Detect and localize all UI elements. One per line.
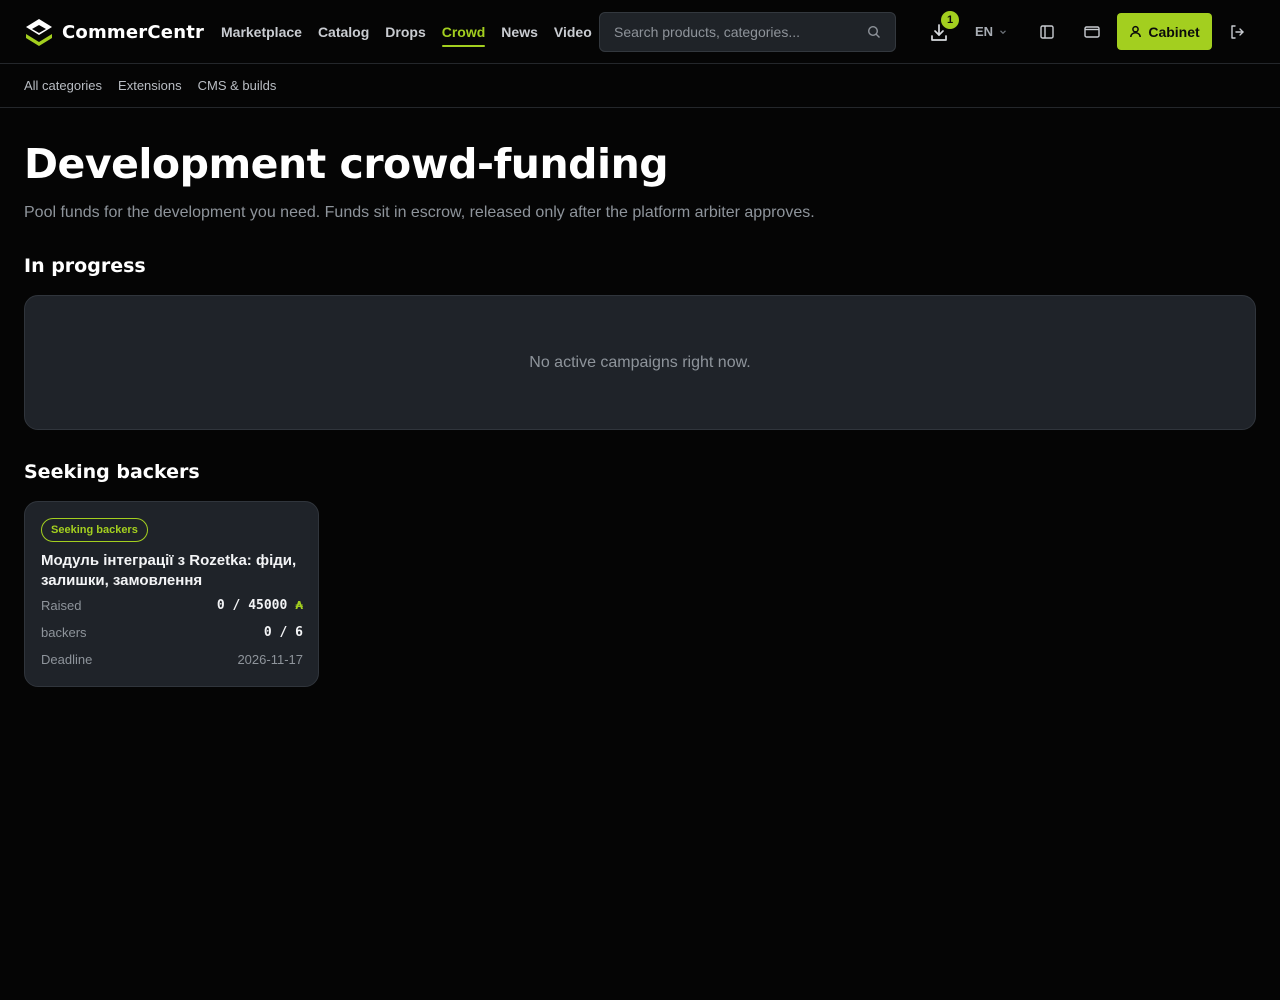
status-badge: Seeking backers xyxy=(41,518,148,542)
nav-video[interactable]: Video xyxy=(554,0,592,64)
sidebar-panel-icon xyxy=(1040,25,1054,39)
page-subtitle: Pool funds for the development you need.… xyxy=(24,204,815,221)
category-subnav: All categories Extensions CMS & builds xyxy=(0,64,1280,108)
search-box xyxy=(599,12,896,52)
empty-state-text: No active campaigns right now. xyxy=(529,353,751,371)
cabinet-label: Cabinet xyxy=(1148,23,1200,40)
nav-news[interactable]: News xyxy=(501,0,538,64)
in-progress-empty-state: No active campaigns right now. xyxy=(24,295,1256,430)
window-icon xyxy=(1084,26,1100,38)
top-bar: CommerCentr Marketplace Catalog Drops Cr… xyxy=(0,0,1280,64)
in-progress-heading: In progress xyxy=(24,255,146,277)
raised-value: 0 / 45000 xyxy=(216,598,288,613)
sidebar-panel-button[interactable] xyxy=(1037,22,1057,42)
deadline-label: Deadline xyxy=(41,652,93,667)
user-icon xyxy=(1130,25,1142,38)
deadline-row: Deadline 2026-11-17 xyxy=(41,652,303,667)
backers-row: backers 0 / 6 xyxy=(41,625,303,640)
nav-catalog[interactable]: Catalog xyxy=(318,0,369,64)
language-label: EN xyxy=(975,24,994,39)
language-select[interactable]: EN xyxy=(975,24,1007,39)
subnav-extensions[interactable]: Extensions xyxy=(118,78,182,93)
currency-icon: ₳ xyxy=(295,599,303,612)
campaign-card[interactable]: Seeking backers Модуль інтеграції з Roze… xyxy=(24,501,319,687)
nav-crowd[interactable]: Crowd xyxy=(441,0,485,64)
window-button[interactable] xyxy=(1082,22,1102,42)
backers-value: 0 / 6 xyxy=(263,625,303,640)
search-input[interactable] xyxy=(614,24,861,40)
campaign-title: Модуль інтеграції з Rozetka: фіди, залиш… xyxy=(41,552,297,589)
subnav-all-categories[interactable]: All categories xyxy=(24,78,102,93)
backers-label: backers xyxy=(41,625,87,640)
raised-label: Raised xyxy=(41,598,82,613)
deadline-value: 2026-11-17 xyxy=(237,652,303,667)
seeking-backers-heading: Seeking backers xyxy=(24,461,200,483)
page-title: Development crowd-funding xyxy=(24,140,669,188)
downloads-count-badge: 1 xyxy=(941,11,959,29)
logout-icon xyxy=(1231,25,1244,39)
raised-value-group: 0 / 45000 ₳ xyxy=(217,598,303,613)
app-name: CommerCentr xyxy=(62,21,205,43)
nav-marketplace[interactable]: Marketplace xyxy=(221,0,302,64)
cabinet-button[interactable]: Cabinet xyxy=(1117,13,1212,50)
chevron-down-icon xyxy=(1000,29,1006,34)
logo-mark-icon xyxy=(26,19,52,46)
nav-drops[interactable]: Drops xyxy=(385,0,425,64)
logo[interactable]: CommerCentr xyxy=(24,17,204,47)
raised-row: Raised 0 / 45000 ₳ xyxy=(41,598,303,613)
main-nav: Marketplace Catalog Drops Crowd News Vid… xyxy=(221,0,608,64)
search-icon[interactable] xyxy=(867,25,881,39)
subnav-cms-builds[interactable]: CMS & builds xyxy=(198,78,277,93)
downloads-button[interactable]: 1 xyxy=(927,11,959,45)
logout-button[interactable] xyxy=(1227,22,1247,42)
